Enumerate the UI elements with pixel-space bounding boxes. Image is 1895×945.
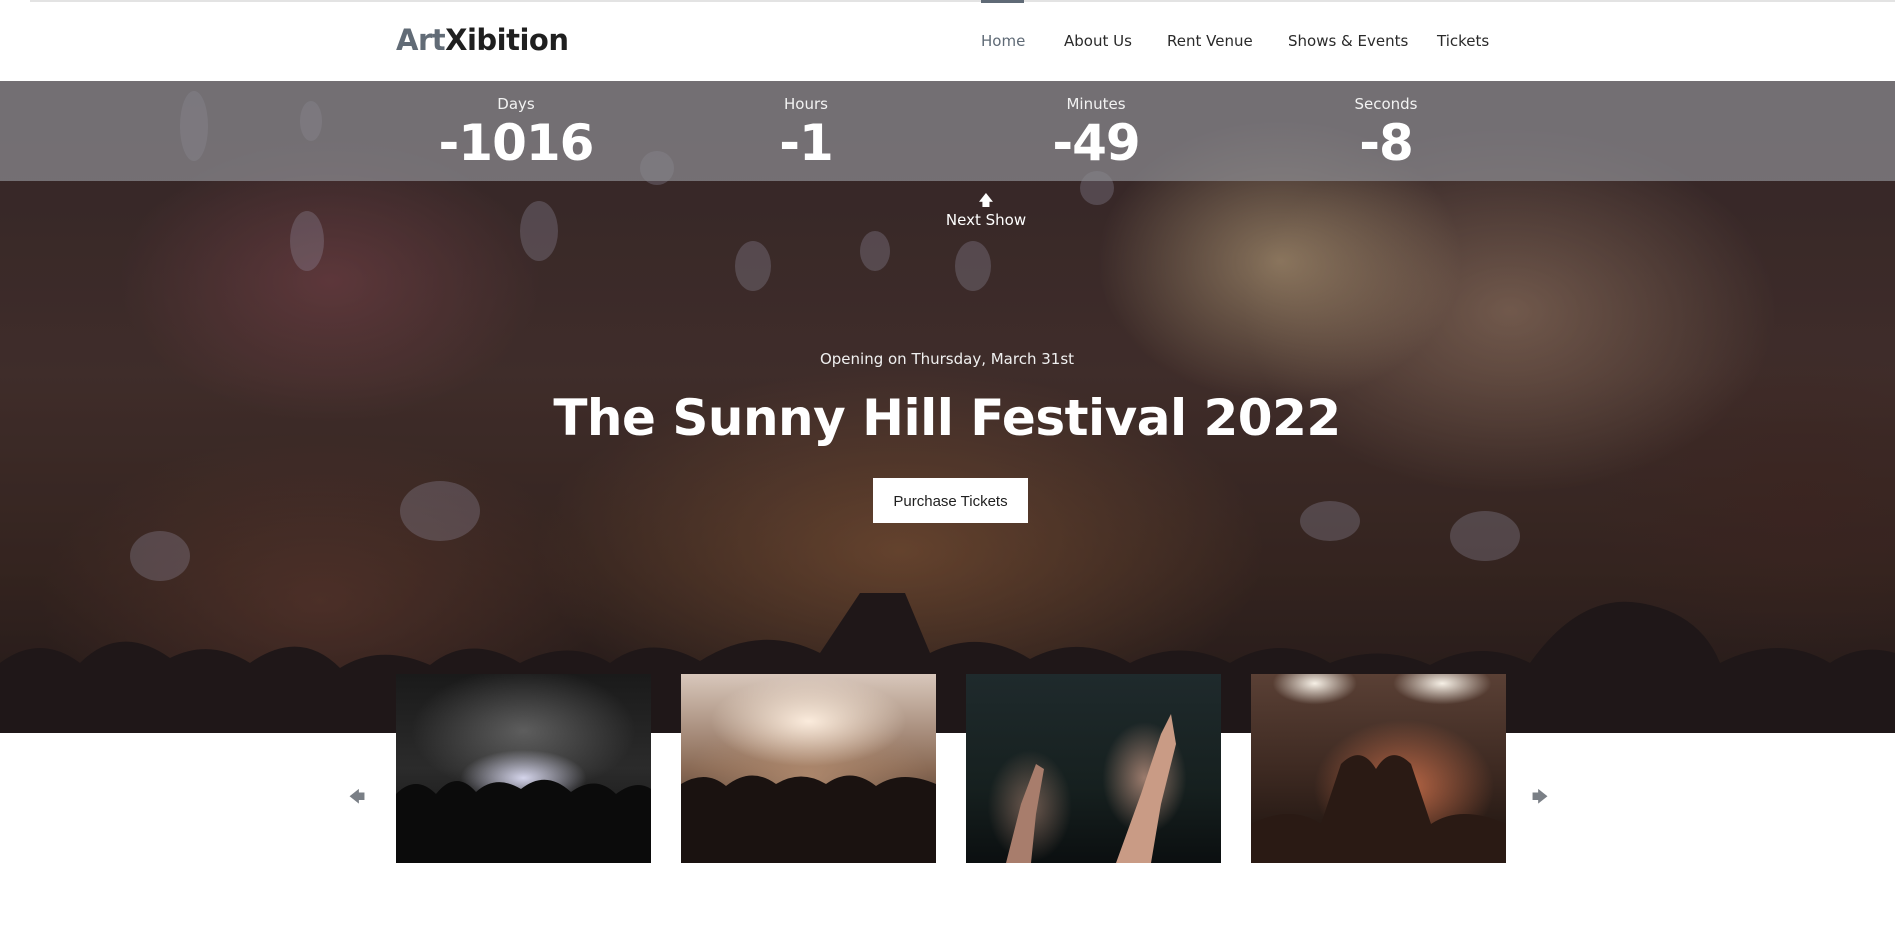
countdown-days: Days -1016 <box>416 81 616 171</box>
hero-title: The Sunny Hill Festival 2022 <box>553 389 1341 447</box>
arrow-up-icon: 🡅 <box>978 191 994 209</box>
countdown-hours-value: -1 <box>779 114 834 172</box>
nav-item-rent-venue[interactable]: Rent Venue <box>1167 30 1253 52</box>
countdown-minutes: Minutes -49 <box>996 81 1196 171</box>
arrow-left-icon[interactable]: 🡄 <box>346 786 368 808</box>
nav-item-about-us[interactable]: About Us <box>1064 30 1132 52</box>
countdown-seconds: Seconds -8 <box>1286 81 1486 171</box>
next-show-label: Next Show <box>945 211 1027 229</box>
hero-subtitle: Opening on Thursday, March 31st <box>819 350 1075 368</box>
countdown-hours-label: Hours <box>784 95 828 113</box>
crowd-silhouette <box>0 593 1895 733</box>
countdown-days-label: Days <box>497 95 535 113</box>
gallery-image-concert-confetti[interactable] <box>396 674 651 863</box>
gallery-image-hands-raised-dark[interactable] <box>966 674 1221 863</box>
countdown-minutes-value: -49 <box>1052 114 1140 172</box>
gallery-image-heart-hands-crowd[interactable] <box>1251 674 1506 863</box>
countdown-seconds-label: Seconds <box>1354 95 1418 113</box>
countdown-minutes-label: Minutes <box>1066 95 1126 113</box>
purchase-tickets-button[interactable]: Purchase Tickets <box>873 478 1028 523</box>
site-header: ArtXibition Home About Us Rent Venue Sho… <box>0 0 1895 81</box>
nav-active-indicator <box>981 0 1024 3</box>
nav-item-shows-events[interactable]: Shows & Events <box>1288 30 1408 52</box>
countdown-hours: Hours -1 <box>706 81 906 171</box>
countdown-bar: Days -1016 Hours -1 Minutes -49 Seconds … <box>0 81 1895 181</box>
nav-item-tickets[interactable]: Tickets <box>1437 30 1489 52</box>
gallery-image-stage-lights-crowd[interactable] <box>681 674 936 863</box>
next-show-link[interactable]: 🡅 Next Show <box>936 192 1036 230</box>
countdown-seconds-value: -8 <box>1359 114 1414 172</box>
nav-item-home[interactable]: Home <box>981 30 1025 52</box>
arrow-right-icon[interactable]: 🡆 <box>1529 786 1551 808</box>
main-nav: Home About Us Rent Venue Shows & Events … <box>0 0 1895 81</box>
countdown-days-value: -1016 <box>438 114 595 172</box>
